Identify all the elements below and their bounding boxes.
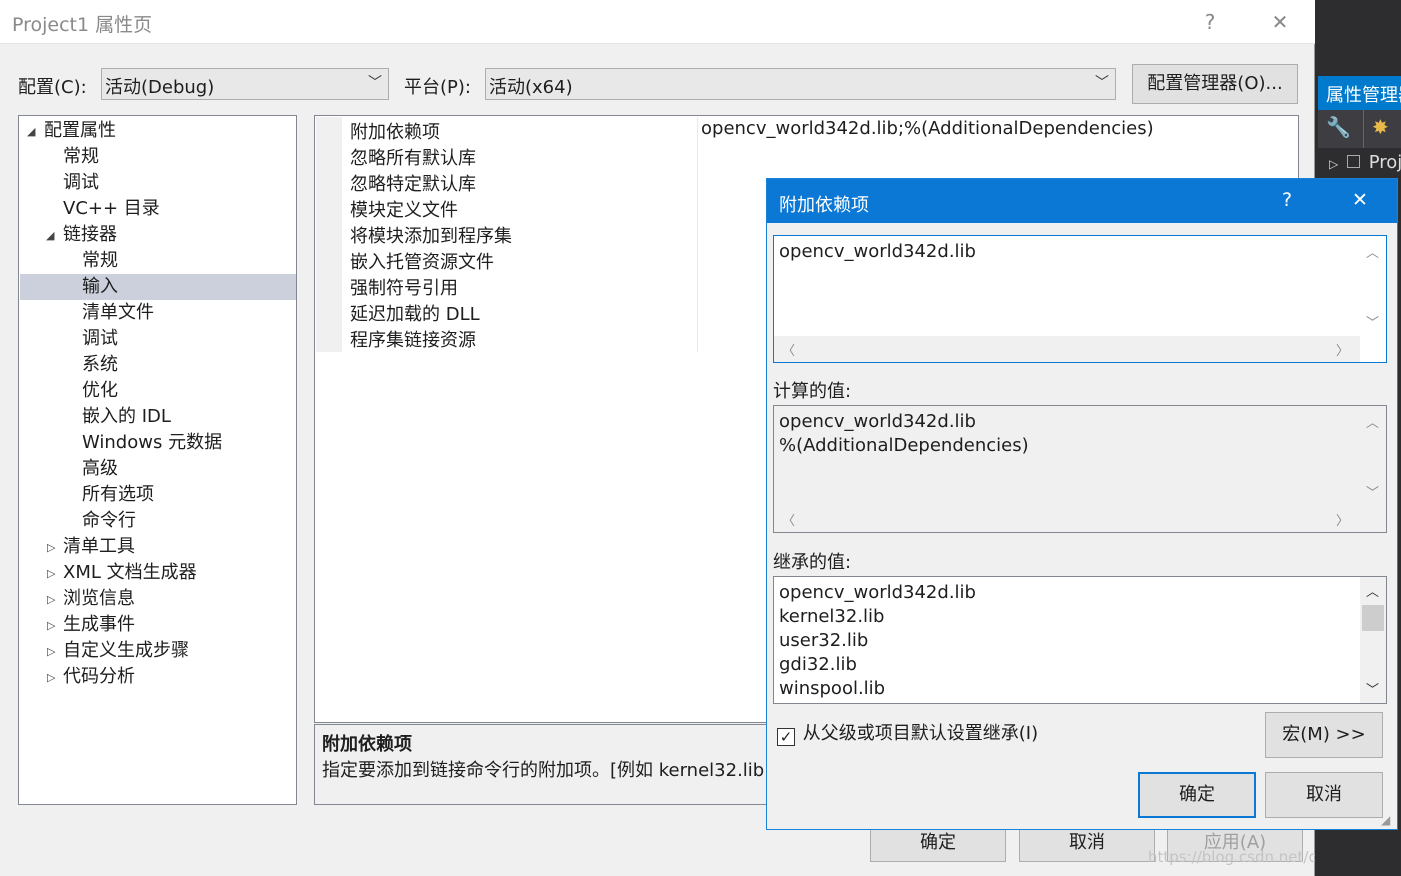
collapsed-icon: ▷ [47, 619, 56, 632]
config-label: 配置(C): [18, 77, 87, 98]
scroll-thumb[interactable] [1362, 605, 1384, 631]
tree-item[interactable]: 优化 [82, 378, 118, 404]
property-tree: ◢ 配置属性 常规 调试 VC++ 目录 ◢ 链接器 常规 输入 清单文件 调试… [18, 115, 297, 805]
collapsed-icon: ▷ [47, 541, 56, 554]
inherited-label: 继承的值: [773, 552, 852, 573]
tree-item[interactable]: 调试 [82, 326, 118, 352]
title-bar: Project1 属性页 ? ✕ [0, 0, 1315, 44]
tree-item[interactable]: 高级 [82, 456, 118, 482]
tree-item[interactable]: 所有选项 [82, 482, 154, 508]
horizontal-scrollbar[interactable]: 〈 〉 [774, 336, 1360, 362]
dialog-help-button[interactable]: ? [1282, 189, 1292, 211]
tree-item-collapsed[interactable]: ▷ 自定义生成步骤 [45, 638, 189, 664]
collapsed-icon: ▷ [47, 671, 56, 684]
computed-values-box: opencv_world342d.lib %(AdditionalDepende… [773, 405, 1387, 533]
expanded-icon: ◢ [46, 229, 55, 242]
description-pane: 附加依赖项 指定要添加到链接命令行的附加项。[例如 kernel32.lib] [314, 724, 784, 805]
tree-item[interactable]: 常规 [82, 248, 118, 274]
dialog-cancel-button[interactable]: 取消 [1265, 772, 1383, 818]
property-row[interactable]: 忽略所有默认库 [316, 143, 1298, 169]
tree-item[interactable]: 调试 [63, 170, 99, 196]
scroll-right-icon[interactable]: 〉 [1336, 340, 1349, 359]
scroll-down-icon[interactable]: ﹀ [1366, 482, 1379, 501]
horizontal-scrollbar[interactable]: 〈 〉 [774, 506, 1360, 532]
close-button[interactable]: ✕ [1260, 6, 1300, 38]
edit-text: opencv_world342d.lib [779, 241, 976, 262]
resize-grip-icon[interactable]: ◢ [1381, 813, 1390, 827]
vertical-scrollbar[interactable]: ︿ ﹀ [1360, 406, 1386, 506]
tree-item-collapsed[interactable]: ▷ 代码分析 [45, 664, 135, 690]
computed-label: 计算的值: [773, 381, 852, 402]
scroll-left-icon[interactable]: 〈 [782, 340, 795, 359]
collapsed-icon: ▷ [47, 645, 56, 658]
inherit-checkbox-row[interactable]: ✓ 从父级或项目默认设置继承(I) [777, 719, 1038, 746]
property-row[interactable]: 附加依赖项 opencv_world342d.lib;%(AdditionalD… [316, 117, 1298, 143]
vertical-scrollbar[interactable]: ︿ ﹀ [1360, 236, 1386, 336]
additional-dependencies-dialog: 附加依赖项 ? ✕ opencv_world342d.lib ︿ ﹀ 〈 〉 计… [766, 178, 1398, 830]
help-button[interactable]: ? [1190, 6, 1230, 38]
inherited-values-box: opencv_world342d.lib kernel32.lib user32… [773, 576, 1387, 704]
description-title: 附加依赖项 [322, 734, 412, 755]
vertical-scrollbar[interactable]: ︿ ﹀ [1360, 577, 1386, 703]
config-manager-button[interactable]: 配置管理器(O)... [1132, 64, 1298, 104]
dependencies-edit-box[interactable]: opencv_world342d.lib ︿ ﹀ 〈 〉 [773, 235, 1387, 363]
tree-item[interactable]: 清单文件 [82, 300, 154, 326]
description-text: 指定要添加到链接命令行的附加项。[例如 kernel32.lib] [322, 760, 772, 781]
inherit-checkbox-label: 从父级或项目默认设置继承(I) [802, 723, 1039, 744]
platform-value: 活动(x64) [489, 77, 573, 98]
tree-item[interactable]: 嵌入的 IDL [82, 404, 171, 430]
scroll-right-icon[interactable]: 〉 [1336, 510, 1349, 529]
scroll-down-icon[interactable]: ﹀ [1366, 312, 1379, 331]
config-combo[interactable]: 活动(Debug) ﹀ [101, 68, 389, 100]
tree-item-selected[interactable]: 输入 [20, 274, 296, 300]
tree-item[interactable]: 命令行 [82, 508, 136, 534]
new-property-sheet-icon[interactable]: ✸ [1372, 115, 1389, 139]
property-manager-tab[interactable]: 属性管理器 [1318, 76, 1401, 110]
dialog-title-bar: 附加依赖项 ? ✕ [767, 179, 1397, 223]
chevron-down-icon: ﹀ [368, 75, 382, 91]
collapsed-icon: ▷ [1329, 157, 1339, 171]
platform-combo[interactable]: 活动(x64) ﹀ [485, 68, 1116, 100]
chevron-down-icon: ﹀ [1095, 75, 1109, 91]
dialog-ok-button[interactable]: 确定 [1138, 772, 1256, 818]
tree-item-collapsed[interactable]: ▷ 浏览信息 [45, 586, 135, 612]
project-node[interactable]: ▷ Proje [1329, 152, 1401, 173]
window-title: Project1 属性页 [12, 14, 153, 36]
expanded-icon: ◢ [27, 125, 36, 138]
config-value: 活动(Debug) [105, 77, 215, 98]
tree-item-config-properties[interactable]: ◢ 配置属性 [25, 118, 116, 144]
dialog-title: 附加依赖项 [779, 195, 869, 216]
scroll-left-icon[interactable]: 〈 [782, 510, 795, 529]
tree-item[interactable]: Windows 元数据 [82, 430, 222, 456]
scroll-up-icon[interactable]: ︿ [1366, 581, 1379, 600]
ok-button[interactable]: 确定 [870, 826, 1006, 862]
tree-item[interactable]: 系统 [82, 352, 118, 378]
scroll-up-icon[interactable]: ︿ [1366, 412, 1379, 431]
tree-item-collapsed[interactable]: ▷ 清单工具 [45, 534, 135, 560]
tree-item[interactable]: VC++ 目录 [63, 196, 160, 222]
tree-item-collapsed[interactable]: ▷ 生成事件 [45, 612, 135, 638]
collapsed-icon: ▷ [47, 567, 56, 580]
wrench-icon[interactable]: 🔧 [1326, 115, 1351, 139]
scroll-up-icon[interactable]: ︿ [1366, 242, 1379, 261]
macros-button[interactable]: 宏(M) >> [1265, 712, 1383, 758]
dialog-close-button[interactable]: ✕ [1352, 189, 1368, 211]
tree-item-collapsed[interactable]: ▷ XML 文档生成器 [45, 560, 197, 586]
tree-item[interactable]: 常规 [63, 144, 99, 170]
project-icon [1346, 155, 1360, 168]
inherit-checkbox[interactable]: ✓ [777, 728, 795, 746]
tree-item-linker[interactable]: ◢ 链接器 [45, 222, 117, 248]
platform-label: 平台(P): [404, 77, 471, 98]
collapsed-icon: ▷ [47, 593, 56, 606]
cancel-button[interactable]: 取消 [1019, 826, 1155, 862]
scroll-down-icon[interactable]: ﹀ [1366, 679, 1379, 698]
